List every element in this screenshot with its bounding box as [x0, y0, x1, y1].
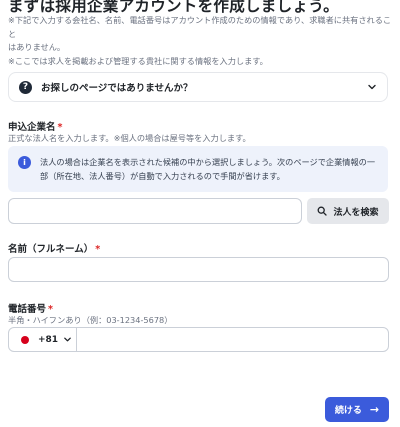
faq-label: お探しのページではありませんか？ — [41, 83, 193, 94]
chevron-down-icon — [367, 82, 377, 92]
country-code: +81 — [38, 334, 59, 345]
info-line: 部（所在地、法人番号）が自動で入力されるので手間が省けます。 — [40, 171, 285, 181]
company-name-input[interactable] — [8, 198, 302, 224]
arrow-right-icon: → — [369, 403, 380, 416]
info-text: 法人の場合は企業名を表示された候補の中から選択しましょう。次のページで企業情報の… — [40, 155, 375, 183]
phone-number-input[interactable] — [77, 328, 388, 351]
note-line: ※ここでは求人を掲載および管理する貴社に関する情報を入力します。 — [8, 55, 268, 66]
japan-flag-icon — [21, 335, 29, 344]
header-notes: ※下記で入力する会社名、名前、電話番号はアカウント作成のための情報であり、求職者… — [8, 14, 392, 68]
full-name-input[interactable] — [8, 257, 389, 282]
continue-button[interactable]: 続ける → — [325, 397, 389, 422]
name-label-text: 名前（フルネーム） — [8, 244, 94, 255]
chevron-down-icon — [64, 337, 71, 342]
phone-field: +81 — [8, 327, 389, 352]
phone-hint: 半角・ハイフンあり（例：03-1234-5678） — [8, 315, 173, 325]
country-code-select[interactable]: +81 — [9, 328, 77, 351]
required-mark: * — [95, 244, 101, 255]
phone-label: 電話番号 * — [8, 301, 53, 315]
search-icon — [318, 206, 328, 216]
question-circle-icon: ? — [19, 80, 32, 94]
faq-accordion[interactable]: ? お探しのページではありませんか？ — [8, 72, 388, 102]
info-icon: i — [18, 156, 31, 169]
note-line: ※下記で入力する会社名、名前、電話番号はアカウント作成のための情報であり、求職者… — [8, 15, 392, 39]
continue-label: 続ける — [334, 406, 362, 416]
company-hint: 正式な法人名を入力します。※個人の場合は屋号等を入力します。 — [8, 133, 251, 143]
search-button-label: 法人を検索 — [333, 207, 379, 218]
note-line: はありません。 — [8, 42, 66, 53]
company-label: 申込企業名 * — [8, 119, 62, 133]
corporate-search-button[interactable]: 法人を検索 — [307, 198, 389, 224]
name-label: 名前（フルネーム） * — [8, 241, 100, 255]
info-line: 法人の場合は企業名を表示された候補の中から選択しましょう。次のページで企業情報の… — [40, 157, 376, 167]
info-box: i 法人の場合は企業名を表示された候補の中から選択しましょう。次のページで企業情… — [8, 146, 388, 192]
